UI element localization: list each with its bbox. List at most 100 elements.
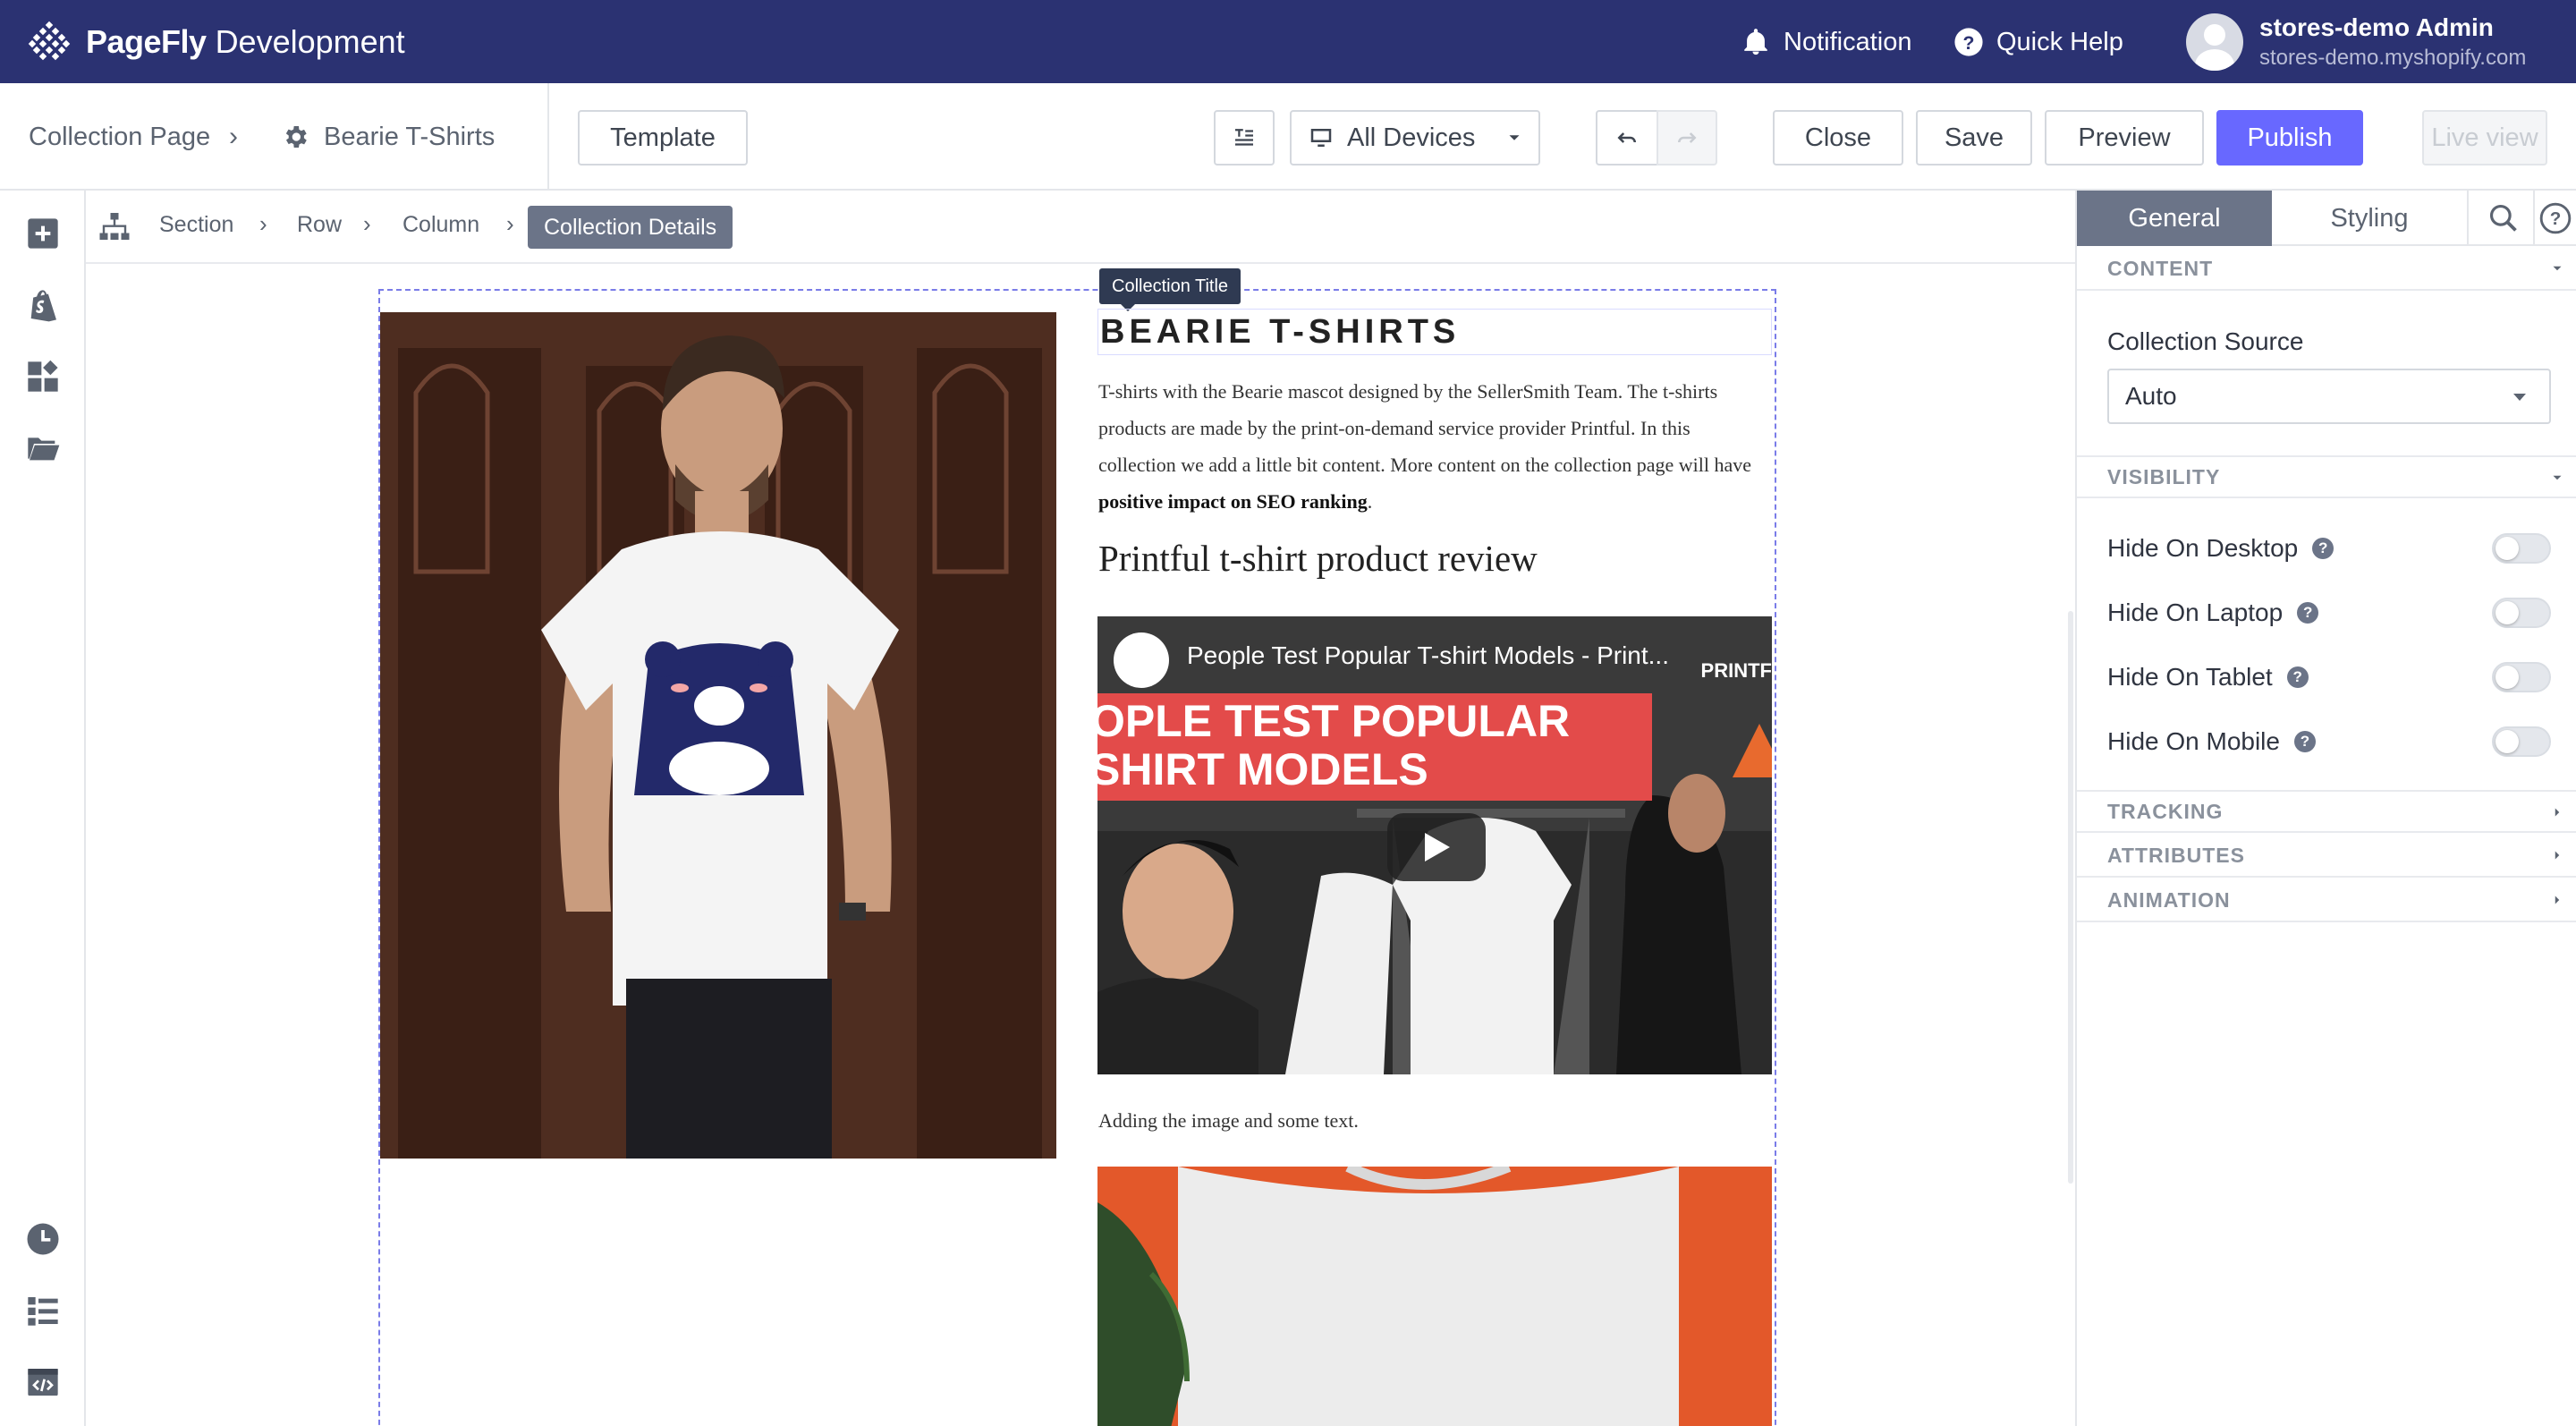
hide-on-laptop-row: Hide On Laptop ?	[2107, 593, 2551, 632]
content-section-header[interactable]: CONTENT	[2077, 248, 2576, 291]
chevron-down-icon	[2553, 475, 2562, 480]
breadcrumb-row[interactable]: Row	[297, 212, 342, 238]
publish-button[interactable]: Publish	[2216, 110, 2363, 166]
notification-button[interactable]: Notification	[1741, 22, 1911, 62]
video-brand: PRINTF	[1700, 659, 1772, 682]
add-element-icon	[28, 218, 58, 249]
tracking-section-header[interactable]: TRACKING	[2077, 790, 2576, 833]
page-preview: Collection Title BEARIE T-SHIRTS T-shirt…	[86, 264, 2075, 1426]
help-icon[interactable]: ?	[2538, 201, 2572, 235]
close-button[interactable]: Close	[1773, 110, 1903, 166]
description-end: .	[1367, 490, 1373, 513]
live-view-button[interactable]: Live view	[2422, 110, 2547, 166]
visibility-section-header[interactable]: VISIBILITY	[2077, 455, 2576, 498]
collection-source-label: Collection Source	[2107, 327, 2304, 355]
text-layout-button[interactable]	[1214, 110, 1275, 166]
image-caption: Adding the image and some text.	[1098, 1109, 1359, 1132]
undo-button[interactable]	[1596, 110, 1658, 166]
breadcrumb-active-element[interactable]: Collection Details	[528, 206, 733, 249]
template-button[interactable]: Template	[578, 110, 748, 166]
hide-on-laptop-toggle[interactable]	[2492, 598, 2551, 628]
tab-general[interactable]: General	[2077, 191, 2272, 246]
tshirt-photo[interactable]	[1097, 1167, 1772, 1426]
search-icon[interactable]	[2487, 201, 2521, 235]
redo-button[interactable]	[1657, 110, 1717, 166]
inspector-panel: General Styling ? CONTENT Collection Sou…	[2075, 191, 2576, 1426]
tab-divider	[2467, 191, 2469, 246]
history-icon	[27, 1223, 59, 1255]
folder-icon	[28, 437, 60, 461]
collection-title-tag: Collection Title	[1099, 268, 1241, 311]
model-photo	[380, 312, 1056, 1159]
review-heading: Printful t-shirt product review	[1098, 538, 1538, 579]
tab-divider	[2533, 191, 2535, 246]
desktop-icon	[1310, 129, 1332, 147]
crumb-page-label: Collection Page	[29, 122, 211, 151]
collection-title[interactable]: BEARIE T-SHIRTS	[1097, 309, 1772, 355]
hide-on-mobile-toggle[interactable]	[2492, 726, 2551, 757]
attributes-section-header[interactable]: ATTRIBUTES	[2077, 835, 2576, 878]
device-select[interactable]: All Devices	[1290, 110, 1540, 166]
brand[interactable]: PageFly Development	[27, 20, 405, 64]
brand-name: PageFly	[86, 23, 207, 60]
collection-image[interactable]	[380, 312, 1056, 1159]
add-element-button[interactable]	[25, 216, 61, 251]
editor-canvas: Section › Row › Column › Collection Deta…	[86, 191, 2075, 1426]
chevron-right-icon	[2555, 895, 2560, 904]
tracking-section-label: TRACKING	[2107, 799, 2224, 823]
undo-icon	[1617, 132, 1636, 143]
apps-button[interactable]	[25, 359, 61, 395]
video-banner: OPLE TEST POPULAR SHIRT MODELS	[1097, 693, 1652, 801]
channel-logo[interactable]	[1114, 632, 1169, 688]
user-info: stores-demo Admin stores-demo.myshopify.…	[2259, 13, 2526, 71]
hide-on-desktop-row: Hide On Desktop ?	[2107, 529, 2551, 568]
tab-styling[interactable]: Styling	[2272, 191, 2467, 246]
play-button[interactable]	[1387, 813, 1486, 881]
crumb-collection-page[interactable]: Collection Page	[29, 117, 210, 157]
brand-subtitle: Development	[215, 23, 405, 60]
video-embed[interactable]: People Test Popular T-shirt Models - Pri…	[1097, 616, 1772, 1074]
hide-on-desktop-toggle[interactable]	[2492, 533, 2551, 564]
collection-source-select[interactable]: Auto	[2107, 369, 2551, 424]
help-icon[interactable]: ?	[2286, 666, 2309, 688]
apps-icon	[28, 360, 58, 392]
chevron-down-icon	[2553, 266, 2562, 271]
bell-icon	[1744, 29, 1767, 55]
breadcrumb-separator: ›	[259, 210, 267, 237]
video-banner-line-1: OPLE TEST POPULAR	[1097, 696, 1571, 746]
avatar	[2186, 13, 2243, 71]
left-rail	[0, 191, 86, 1426]
description-text: T-shirts with the Bearie mascot designed…	[1098, 380, 1752, 476]
hide-on-desktop-label: Hide On Desktop	[2107, 534, 2299, 562]
quick-help-button[interactable]: ? Quick Help	[1953, 22, 2123, 62]
svg-text:?: ?	[2550, 208, 2562, 229]
quick-help-label: Quick Help	[1996, 27, 2123, 56]
shopify-elements-button[interactable]	[25, 287, 61, 323]
user-shop: stores-demo.myshopify.com	[2259, 46, 2527, 70]
attributes-section-label: ATTRIBUTES	[2107, 843, 2245, 867]
save-button[interactable]: Save	[1916, 110, 2032, 166]
collection-description[interactable]: T-shirts with the Bearie mascot designed…	[1098, 373, 1771, 520]
breadcrumb-section[interactable]: Section	[159, 212, 233, 238]
help-icon[interactable]: ?	[2297, 602, 2319, 624]
code-icon	[28, 1369, 58, 1396]
chevron-down-icon	[1509, 135, 1520, 140]
history-button[interactable]	[25, 1221, 61, 1257]
canvas-scrollbar[interactable]	[2068, 611, 2073, 1184]
crumb-page-settings[interactable]: Bearie T-Shirts	[281, 117, 495, 157]
hide-on-tablet-toggle[interactable]	[2492, 662, 2551, 692]
shopify-icon	[30, 290, 56, 322]
preview-button[interactable]: Preview	[2045, 110, 2204, 166]
sitemap-icon[interactable]	[98, 210, 131, 242]
video-title[interactable]: People Test Popular T-shirt Models - Pri…	[1187, 641, 1669, 670]
layers-button[interactable]	[25, 1293, 61, 1328]
help-icon[interactable]: ?	[2293, 731, 2316, 752]
breadcrumb-column[interactable]: Column	[402, 212, 479, 238]
page-library-button[interactable]	[25, 430, 61, 466]
user-menu[interactable]: stores-demo Admin stores-demo.myshopify.…	[2186, 11, 2526, 73]
help-icon[interactable]: ?	[2312, 538, 2334, 559]
animation-section-header[interactable]: ANIMATION	[2077, 879, 2576, 922]
description-bold: positive impact on SEO ranking	[1098, 490, 1368, 513]
toolbar-divider	[547, 83, 549, 191]
code-editor-button[interactable]	[25, 1364, 61, 1400]
